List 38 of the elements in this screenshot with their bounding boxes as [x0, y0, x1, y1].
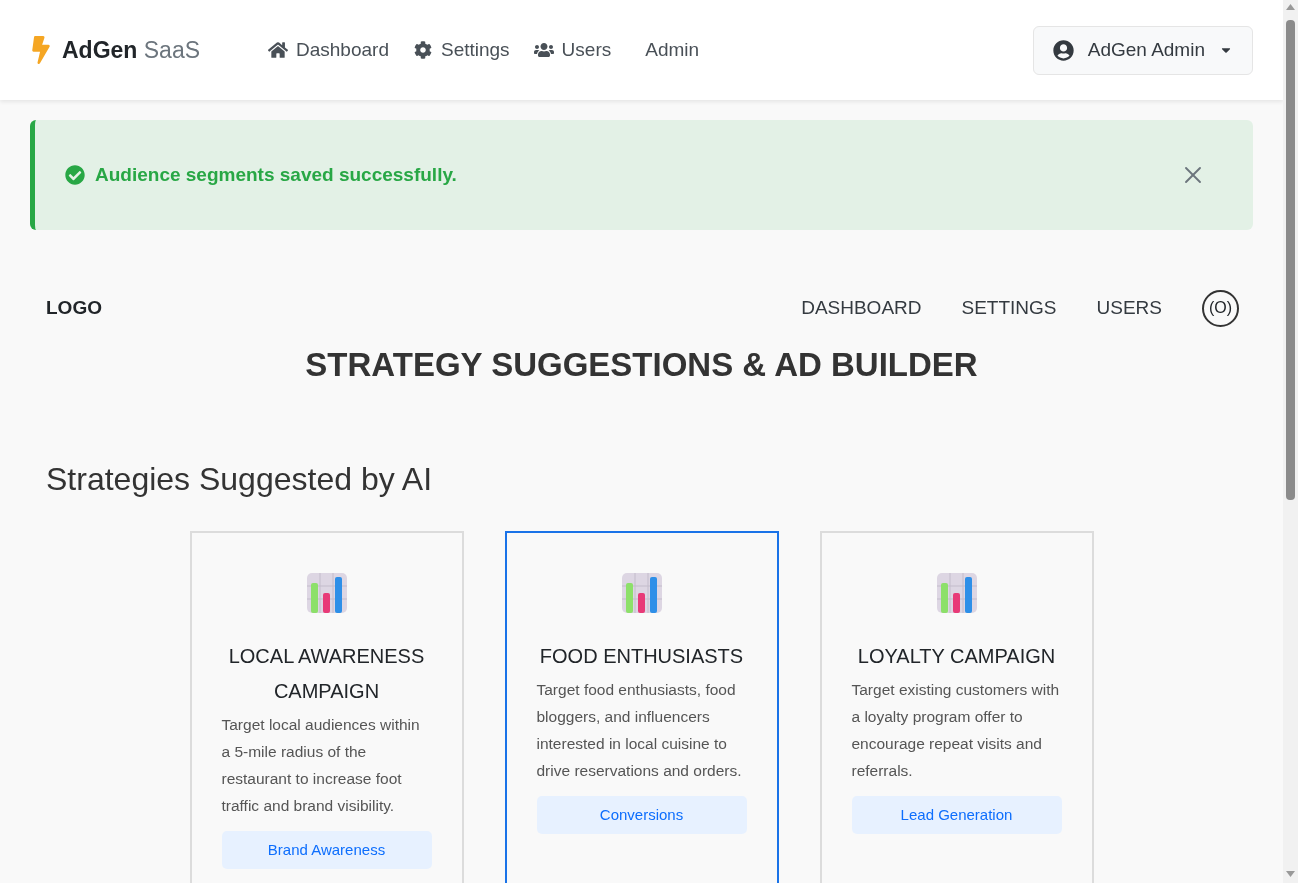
card-title: FOOD ENTHUSIASTS	[539, 643, 744, 669]
nav-link[interactable]: USERS	[1096, 293, 1162, 323]
home-icon	[268, 41, 288, 59]
profile-button[interactable]: (O)	[1202, 289, 1239, 327]
nav-link[interactable]: Users	[533, 35, 612, 65]
strategy-card[interactable]: FOOD ENTHUSIASTS Target food enthusiasts, food bloggers, and influencers interested in local cuisine to drive reservations and orders. Conversions	[504, 530, 779, 883]
bar-chart-icon	[621, 572, 662, 613]
card-title: LOCAL AWARENESS CAMPAIGN	[227, 643, 426, 704]
card-title: LOYALTY CAMPAIGN	[857, 643, 1056, 669]
nav-link[interactable]: Dashboard	[268, 35, 389, 65]
nav-link[interactable]: DASHBOARD	[801, 293, 922, 323]
lightning-bolt-icon	[30, 36, 52, 64]
card-description: Target local audiences within a 5-mile radius of the restaurant to increase foot traffic and brand visibility.	[221, 714, 421, 816]
bar-chart-icon	[306, 572, 347, 613]
scrollbar[interactable]	[1283, 0, 1298, 883]
settings-icon	[412, 41, 433, 59]
logo-text[interactable]: LOGO	[46, 293, 802, 323]
bar-chart-icon	[936, 572, 977, 613]
nav-link[interactable]: Admin	[645, 35, 700, 65]
section-heading: Strategies Suggested by AI	[45, 459, 434, 499]
scrollbar-thumb[interactable]	[1286, 20, 1295, 500]
scroll-up-icon[interactable]	[1286, 4, 1295, 10]
goal-tag: Conversions	[536, 795, 747, 834]
page-title: STRATEGY SUGGESTIONS & AD BUILDER	[304, 345, 979, 385]
users-icon	[533, 41, 554, 59]
card-description: Target existing customers with a loyalty program offer to encourage repeat visits and referrals.	[851, 679, 1061, 781]
goal-tag: Brand Awareness	[221, 830, 432, 869]
user-menu-button[interactable]: AdGen Admin	[1032, 25, 1253, 75]
user-avatar-icon	[1052, 39, 1074, 61]
alert-message: Audience segments saved successfully.	[95, 162, 458, 187]
strategy-card[interactable]: LOYALTY CAMPAIGN Target existing customers with a loyalty program offer to encourage repeat visits and referrals. Lead Generation	[819, 530, 1094, 883]
goal-tag: Lead Generation	[851, 795, 1062, 834]
strategy-card[interactable]: LOCAL AWARENESS CAMPAIGN Target local audiences within a 5-mile radius of the restaurant to increase foot traffic and brand visibility. Brand Awareness	[189, 530, 464, 883]
card-description: Target food enthusiasts, food bloggers, and influencers interested in local cuisine to drive reservations and orders.	[536, 679, 743, 781]
brand-logo[interactable]: AdGen SaaS	[62, 32, 201, 68]
nav-link[interactable]: Settings	[412, 35, 510, 65]
nav-link[interactable]: SETTINGS	[961, 293, 1057, 323]
scroll-down-icon[interactable]	[1286, 871, 1295, 877]
